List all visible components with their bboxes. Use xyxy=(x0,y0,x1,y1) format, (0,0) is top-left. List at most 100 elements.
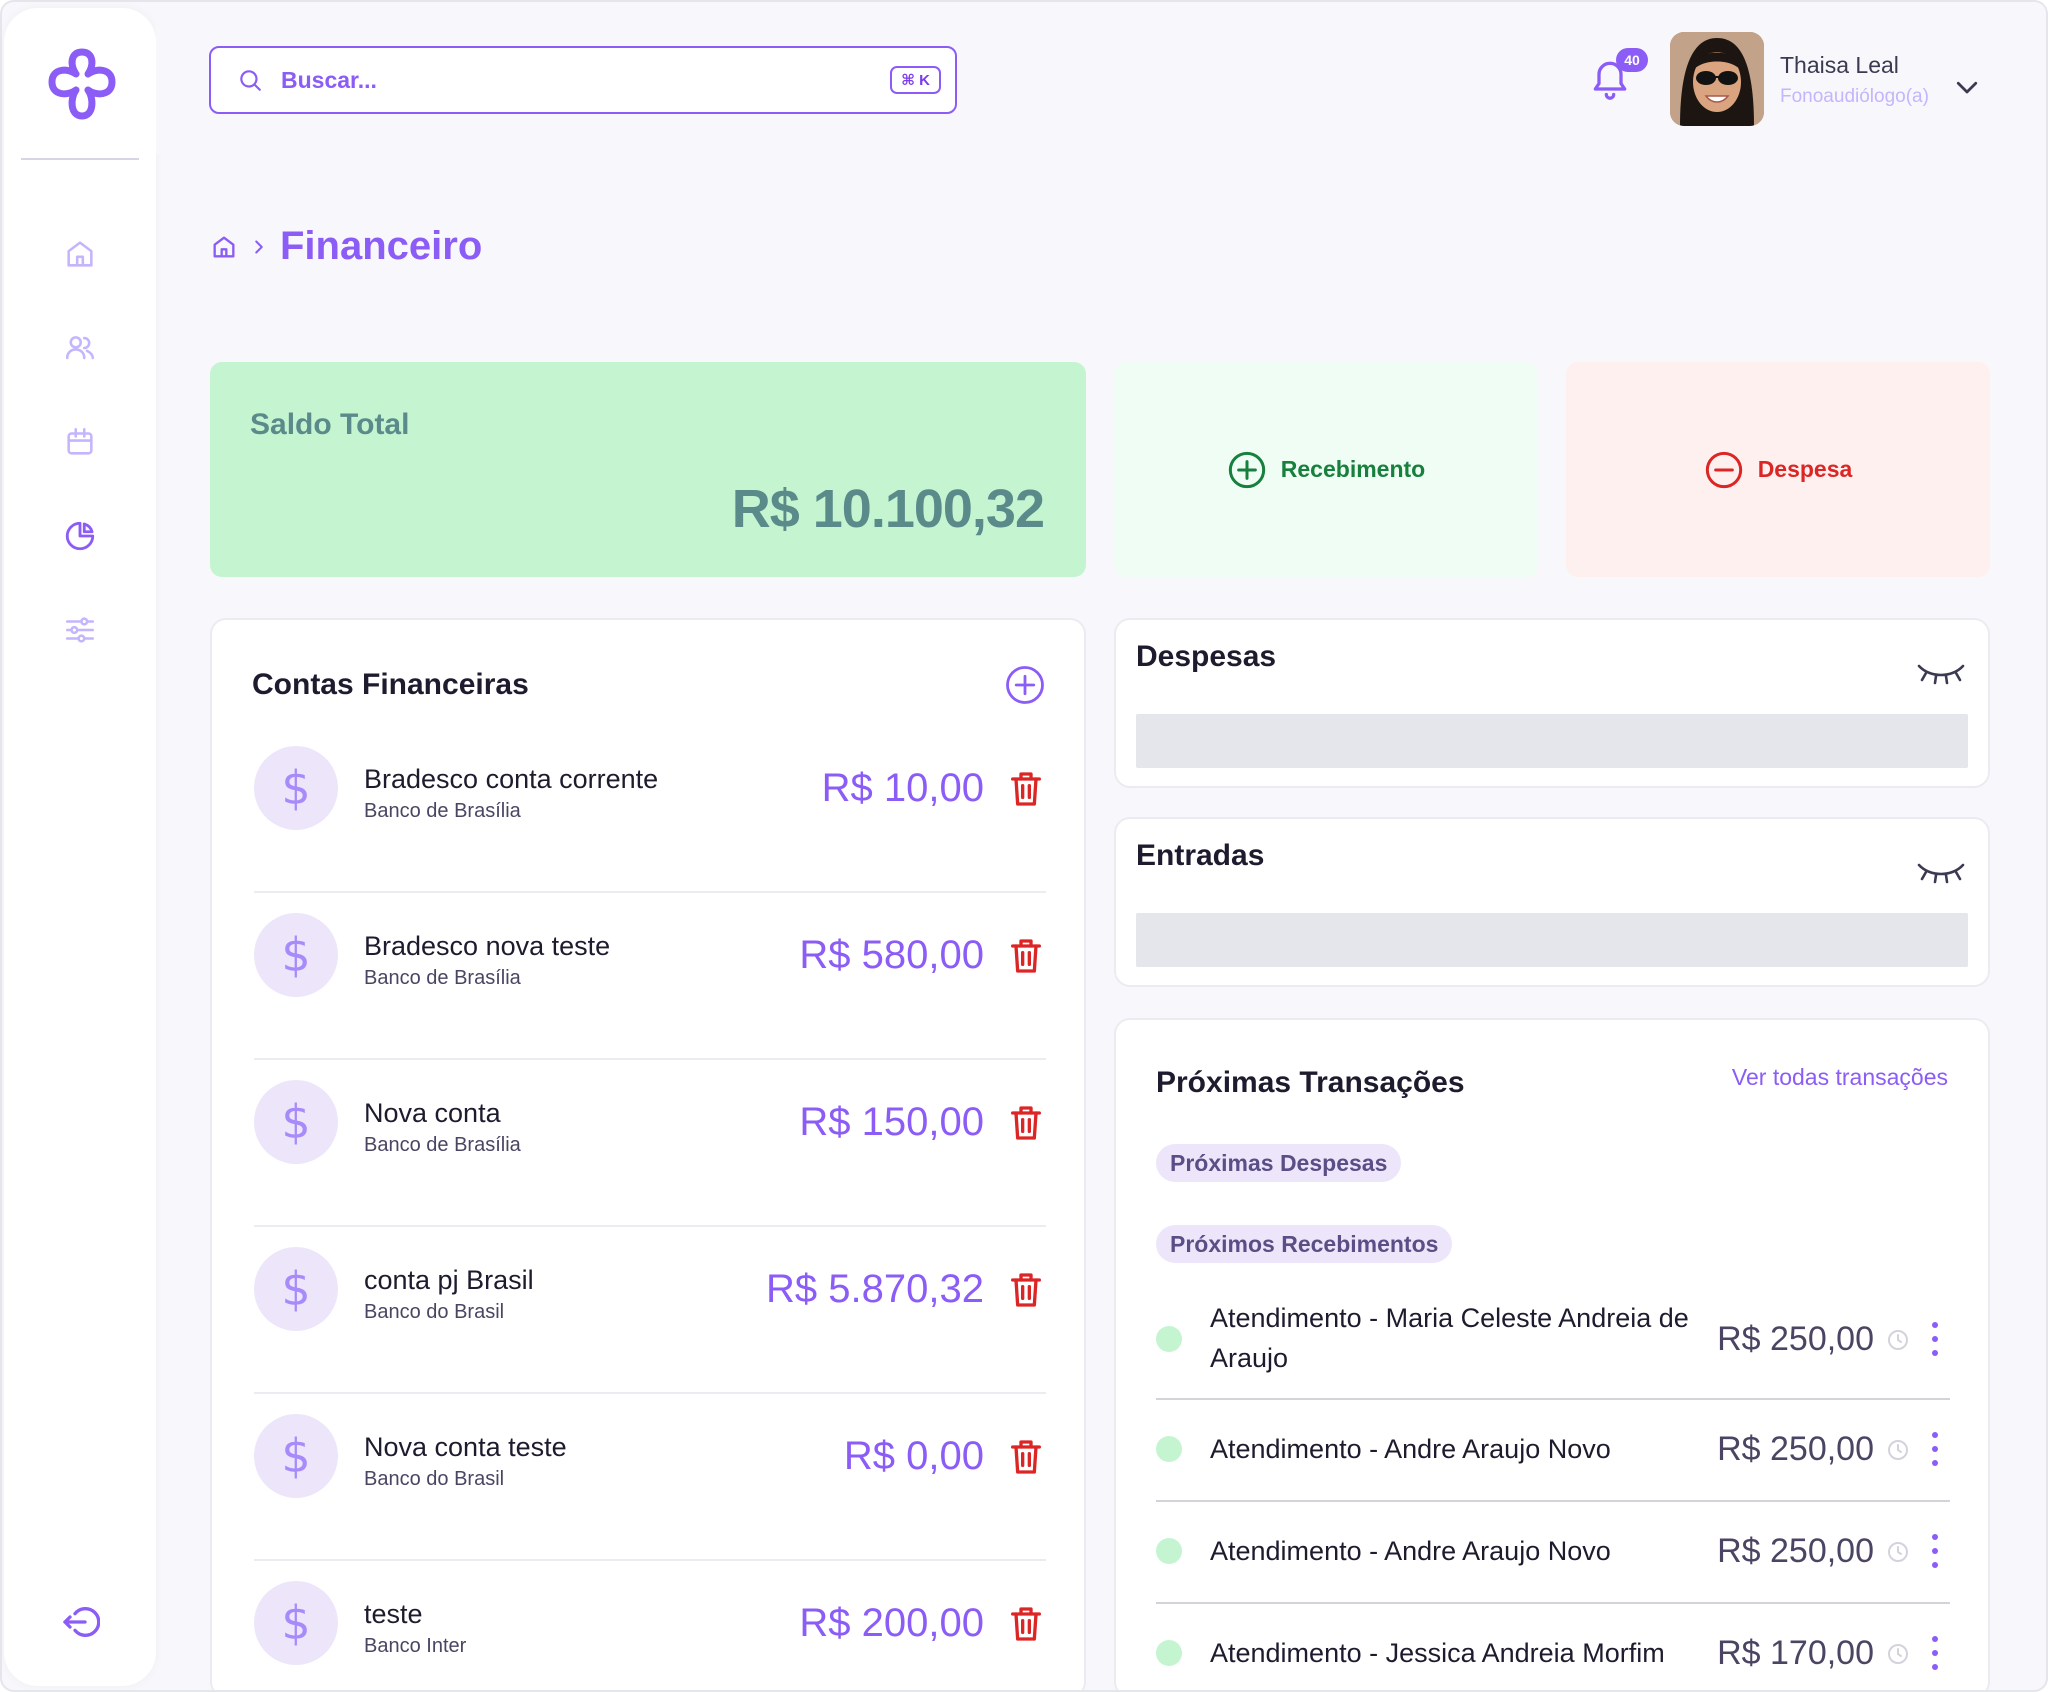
more-vertical-icon[interactable] xyxy=(1930,1534,1940,1568)
search-bar[interactable]: ⌘ K xyxy=(209,46,957,114)
trash-icon[interactable] xyxy=(1006,1603,1046,1645)
account-balance: R$ 150,00 xyxy=(799,1100,984,1144)
saldo-total-value: R$ 10.100,32 xyxy=(731,479,1045,539)
tab-proximos-recebimentos[interactable]: Próximos Recebimentos xyxy=(1156,1225,1453,1263)
transaction-row[interactable]: Atendimento - Maria Celeste Andreia de A… xyxy=(1156,1292,1950,1400)
account-name: Bradesco conta corrente xyxy=(364,764,659,794)
dollar-icon: $ xyxy=(254,913,338,997)
plus-circle-icon xyxy=(1228,451,1265,488)
clock-icon xyxy=(1888,1542,1908,1562)
transaction-row[interactable]: Atendimento - Andre Araujo Novo R$ 250,0… xyxy=(1156,1400,1950,1502)
despesas-panel: Despesas xyxy=(1114,618,1990,788)
trash-icon[interactable] xyxy=(1006,935,1046,977)
status-dot xyxy=(1156,1538,1182,1564)
sidebar-divider xyxy=(21,158,139,160)
despesas-title: Despesas xyxy=(1136,640,1277,673)
despesa-label: Despesa xyxy=(1757,456,1853,482)
trash-icon[interactable] xyxy=(1006,1269,1046,1311)
notification-count-badge: 40 xyxy=(1616,48,1648,72)
home-icon[interactable] xyxy=(60,234,100,274)
dollar-icon: $ xyxy=(254,746,338,830)
add-account-plus-circle-icon[interactable] xyxy=(1004,664,1046,706)
account-row[interactable]: $ teste Banco Inter R$ 200,00 xyxy=(254,1561,1046,1690)
account-bank: Banco Inter xyxy=(364,1635,467,1657)
status-dot xyxy=(1156,1640,1182,1666)
top-header: ⌘ K 40 Thaisa Leal Fonoaudiólogo(a) xyxy=(156,2,2046,154)
users-icon[interactable] xyxy=(60,328,100,368)
account-balance: R$ 10,00 xyxy=(821,766,984,810)
tab-proximas-despesas[interactable]: Próximas Despesas xyxy=(1156,1144,1402,1182)
dollar-icon: $ xyxy=(254,1414,338,1498)
trash-icon[interactable] xyxy=(1006,1436,1046,1478)
account-row[interactable]: $ Bradesco conta corrente Banco de Brasí… xyxy=(254,726,1046,893)
pie-chart-icon[interactable] xyxy=(60,516,100,556)
trash-icon[interactable] xyxy=(1006,1102,1046,1144)
minus-circle-icon xyxy=(1705,451,1742,488)
account-balance: R$ 580,00 xyxy=(799,933,984,977)
eye-closed-icon[interactable] xyxy=(1916,656,1966,686)
sidebar xyxy=(4,8,156,1686)
more-vertical-icon[interactable] xyxy=(1930,1432,1940,1466)
sliders-icon[interactable] xyxy=(60,610,100,650)
account-bank: Banco do Brasil xyxy=(364,1468,505,1490)
transaction-description: Atendimento - Andre Araujo Novo xyxy=(1210,1536,1611,1566)
account-bank: Banco de Brasília xyxy=(364,967,521,989)
account-row[interactable]: $ Bradesco nova teste Banco de Brasília … xyxy=(254,893,1046,1060)
dollar-icon: $ xyxy=(254,1247,338,1331)
page-title: Financeiro xyxy=(280,224,483,268)
add-recebimento-button[interactable]: Recebimento xyxy=(1114,362,1538,577)
add-despesa-button[interactable]: Despesa xyxy=(1566,362,1990,577)
account-name: teste xyxy=(364,1599,423,1629)
user-avatar[interactable] xyxy=(1670,32,1764,126)
user-role: Fonoaudiólogo(a) xyxy=(1780,86,1929,107)
account-name: Bradesco nova teste xyxy=(364,931,611,961)
transaction-value: R$ 250,00 xyxy=(1717,1532,1874,1570)
trash-icon[interactable] xyxy=(1006,768,1046,810)
calendar-icon[interactable] xyxy=(60,422,100,462)
transaction-value: R$ 250,00 xyxy=(1717,1320,1874,1358)
account-balance: R$ 0,00 xyxy=(843,1434,984,1478)
breadcrumb: Financeiro xyxy=(210,224,482,269)
transaction-value: R$ 170,00 xyxy=(1717,1634,1874,1672)
entradas-placeholder-bar xyxy=(1136,913,1968,967)
clock-icon xyxy=(1888,1644,1908,1664)
clock-icon xyxy=(1888,1440,1908,1460)
more-vertical-icon[interactable] xyxy=(1930,1636,1940,1670)
transaction-row[interactable]: Atendimento - Andre Araujo Novo R$ 250,0… xyxy=(1156,1502,1950,1604)
account-name: Nova conta teste xyxy=(364,1432,567,1462)
saldo-total-card: Saldo Total R$ 10.100,32 xyxy=(210,362,1086,577)
eye-closed-icon[interactable] xyxy=(1916,855,1966,885)
transaction-row[interactable]: Atendimento - Jessica Andreia Morfim R$ … xyxy=(1156,1604,1950,1690)
breadcrumb-home-icon[interactable] xyxy=(210,233,238,261)
contas-financeiras-title: Contas Financeiras xyxy=(252,668,529,701)
account-bank: Banco de Brasília xyxy=(364,1134,521,1156)
search-icon xyxy=(240,70,261,91)
clock-icon xyxy=(1888,1330,1908,1350)
search-shortcut-badge: ⌘ K xyxy=(890,66,941,94)
recebimento-label: Recebimento xyxy=(1280,456,1426,482)
transaction-value: R$ 250,00 xyxy=(1717,1430,1874,1468)
user-name: Thaisa Leal xyxy=(1780,52,1899,78)
account-row[interactable]: $ Nova conta teste Banco do Brasil R$ 0,… xyxy=(254,1394,1046,1561)
account-row[interactable]: $ Nova conta Banco de Brasília R$ 150,00 xyxy=(254,1060,1046,1227)
despesas-placeholder-bar xyxy=(1136,714,1968,768)
logout-icon[interactable] xyxy=(56,1598,104,1646)
transaction-description: Atendimento - Andre Araujo Novo xyxy=(1210,1434,1611,1464)
app-logo[interactable] xyxy=(44,44,120,124)
proximas-transacoes-title: Próximas Transações xyxy=(1156,1066,1465,1099)
dollar-icon: $ xyxy=(254,1080,338,1164)
ver-todas-transacoes-link[interactable]: Ver todas transações xyxy=(1732,1064,1948,1091)
account-bank: Banco do Brasil xyxy=(364,1301,505,1323)
contas-financeiras-panel: Contas Financeiras $ Bradesco conta corr… xyxy=(210,618,1086,1690)
search-input[interactable] xyxy=(281,66,891,94)
more-vertical-icon[interactable] xyxy=(1930,1322,1940,1356)
app-window: ⌘ K 40 Thaisa Leal Fonoaudiólogo(a) xyxy=(0,0,2048,1692)
proximas-transacoes-panel: Próximas Transações Ver todas transações… xyxy=(1114,1018,1990,1690)
account-row[interactable]: $ conta pj Brasil Banco do Brasil R$ 5.8… xyxy=(254,1227,1046,1394)
entradas-panel: Entradas xyxy=(1114,817,1990,987)
saldo-total-label: Saldo Total xyxy=(250,408,410,441)
breadcrumb-chevron-right-icon xyxy=(255,239,263,254)
chevron-down-icon[interactable] xyxy=(1952,72,1982,102)
transaction-description: Atendimento - Jessica Andreia Morfim xyxy=(1210,1638,1665,1668)
status-dot xyxy=(1156,1326,1182,1352)
